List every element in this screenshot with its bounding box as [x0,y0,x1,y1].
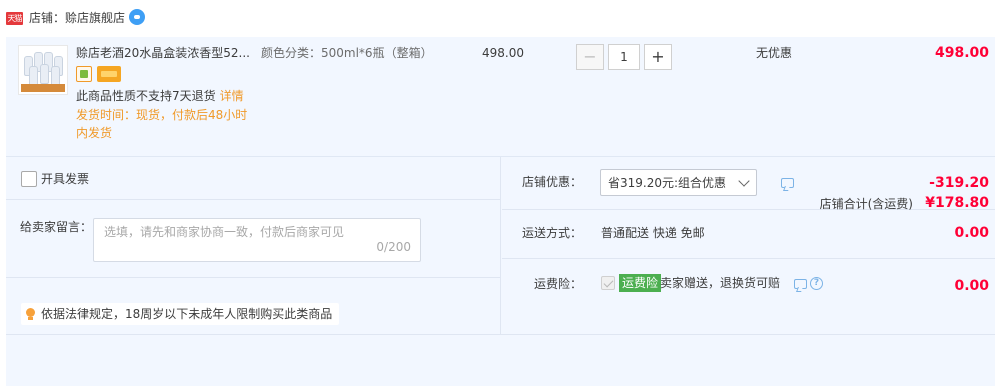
help-icon[interactable]: ? [810,277,823,290]
shop-discount-amount: -319.20 [929,175,989,191]
insurance-amount: 0.00 [954,278,989,294]
insurance-label: 运费险： [533,277,582,291]
buyer-options: 开具发票 给卖家留言： 选填，请先和商家协商一致，付款后商家可见 0/200 依… [6,157,501,334]
order-summary: 店铺优惠： 省319.20元:组合优惠 -319.20 运送方式： 普通配送 快… [502,157,995,334]
shop-header: 天猫 店铺：赊店旗舰店 [0,0,995,37]
divider [502,209,995,210]
divider [502,258,995,259]
shipping-method: 普通配送 快递 免邮 [601,226,705,240]
return-detail-link[interactable]: 详情 [220,89,244,103]
legal-notice: 依据法律规定，18周岁以下未成年人限制购买此类商品 [21,303,340,325]
insurance-text: 卖家赠送，退换货可赔 [660,276,781,290]
quantity-decrease-button[interactable]: − [576,44,604,70]
message-label: 给卖家留言： [20,220,93,234]
cart-item-row: 赊店老酒20水晶盒装浓香型52... 此商品性质不支持7天退货 详情 发货时间：现… [6,37,995,157]
ship-time: 发货时间：现货，付款后48小时内发货 [76,108,248,140]
shop-total-label: 店铺合计(含运费) [819,197,913,211]
unit-price: 498.00 [482,46,524,60]
quantity-stepper: − 1 + [576,44,672,70]
tmall-badge: 天猫 [6,12,23,25]
shop-discount-selected: 省319.20元:组合优惠 [608,176,727,190]
divider [6,199,500,200]
invoice-checkbox[interactable] [21,171,37,187]
chevron-down-icon [738,175,750,187]
shop-discount-label: 店铺优惠： [521,175,582,189]
item-subtotal: 498.00 [934,45,989,61]
wangwang-chat-icon[interactable] [129,9,145,25]
shipping-label: 运送方式： [521,226,582,240]
lightbulb-icon [25,307,36,321]
sku-spec: 颜色分类：500ml*6瓶（整箱） [261,46,433,60]
shop-total-bar [6,334,995,386]
shop-discount-select[interactable]: 省319.20元:组合优惠 [600,169,757,196]
shop-total-amount: ¥178.80 [925,195,989,211]
quantity-input[interactable]: 1 [608,44,640,70]
shop-name[interactable]: 店铺：赊店旗舰店 [29,10,125,27]
divider [6,277,500,278]
shipping-amount: 0.00 [954,225,989,241]
return-policy: 此商品性质不支持7天退货 详情 [76,88,244,105]
item-promotion: 无优惠 [756,46,793,60]
card-icon[interactable] [97,66,121,82]
guarantee-icon[interactable] [76,66,92,82]
insurance-checkbox [601,276,615,290]
message-placeholder: 选填，请先和商家协商一致，付款后商家可见 [104,225,345,239]
seller-message-textarea[interactable]: 选填，请先和商家协商一致，付款后商家可见 0/200 [93,218,421,262]
legal-notice-text: 依据法律规定，18周岁以下未成年人限制购买此类商品 [41,306,333,321]
product-title[interactable]: 赊店老酒20水晶盒装浓香型52... [76,45,256,62]
discount-chat-icon[interactable] [781,178,794,188]
order-details: 开具发票 给卖家留言： 选填，请先和商家协商一致，付款后商家可见 0/200 依… [6,157,995,386]
invoice-label[interactable]: 开具发票 [41,171,89,188]
product-thumbnail[interactable] [18,45,68,95]
insurance-chat-icon[interactable] [794,279,807,289]
insurance-tag: 运费险 [619,274,662,292]
message-char-counter: 0/200 [376,240,411,254]
quantity-increase-button[interactable]: + [644,44,672,70]
return-policy-text: 此商品性质不支持7天退货 [76,89,216,103]
